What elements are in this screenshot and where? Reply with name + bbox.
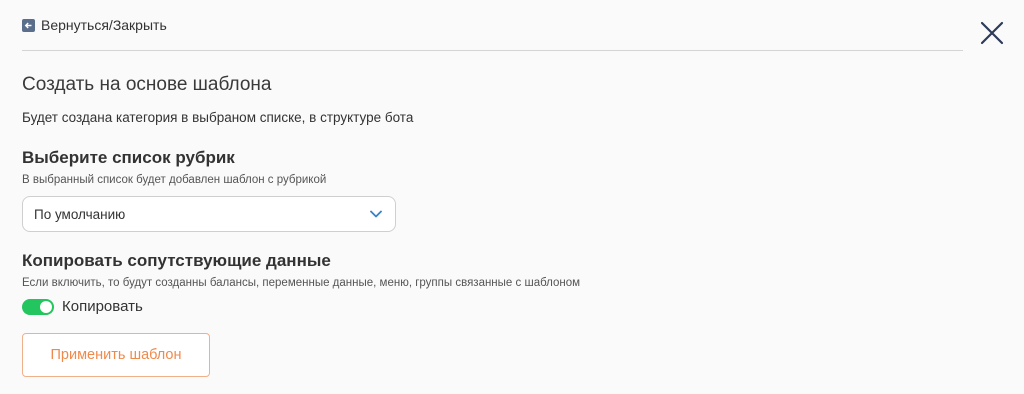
toggle-knob [40,300,52,313]
back-close-link[interactable]: Вернуться/Закрыть [22,17,167,33]
chevron-down-icon [370,210,382,218]
rubric-list-selected-value: По умолчанию [34,206,126,222]
close-button[interactable] [978,19,1006,47]
rubric-list-title: Выберите список рубрик [22,148,235,167]
top-bar: Вернуться/Закрыть [22,14,963,51]
copy-toggle[interactable] [22,298,54,315]
back-close-label: Вернуться/Закрыть [41,17,167,33]
copy-data-title: Копировать сопутствующие данные [22,251,331,270]
copy-toggle-row: Копировать [22,298,143,315]
page-title: Создать на основе шаблона [22,74,272,95]
page-description: Будет создана категория в выбраном списк… [22,110,414,125]
copy-data-hint: Если включить, то будут созданны балансы… [22,277,581,289]
back-arrow-icon [22,18,35,32]
rubric-list-hint: В выбранный список будет добавлен шаблон… [22,174,327,186]
rubric-list-select[interactable]: По умолчанию [22,196,396,232]
close-icon [980,21,1004,45]
apply-template-button[interactable]: Применить шаблон [22,333,210,377]
copy-toggle-label: Копировать [62,298,143,315]
